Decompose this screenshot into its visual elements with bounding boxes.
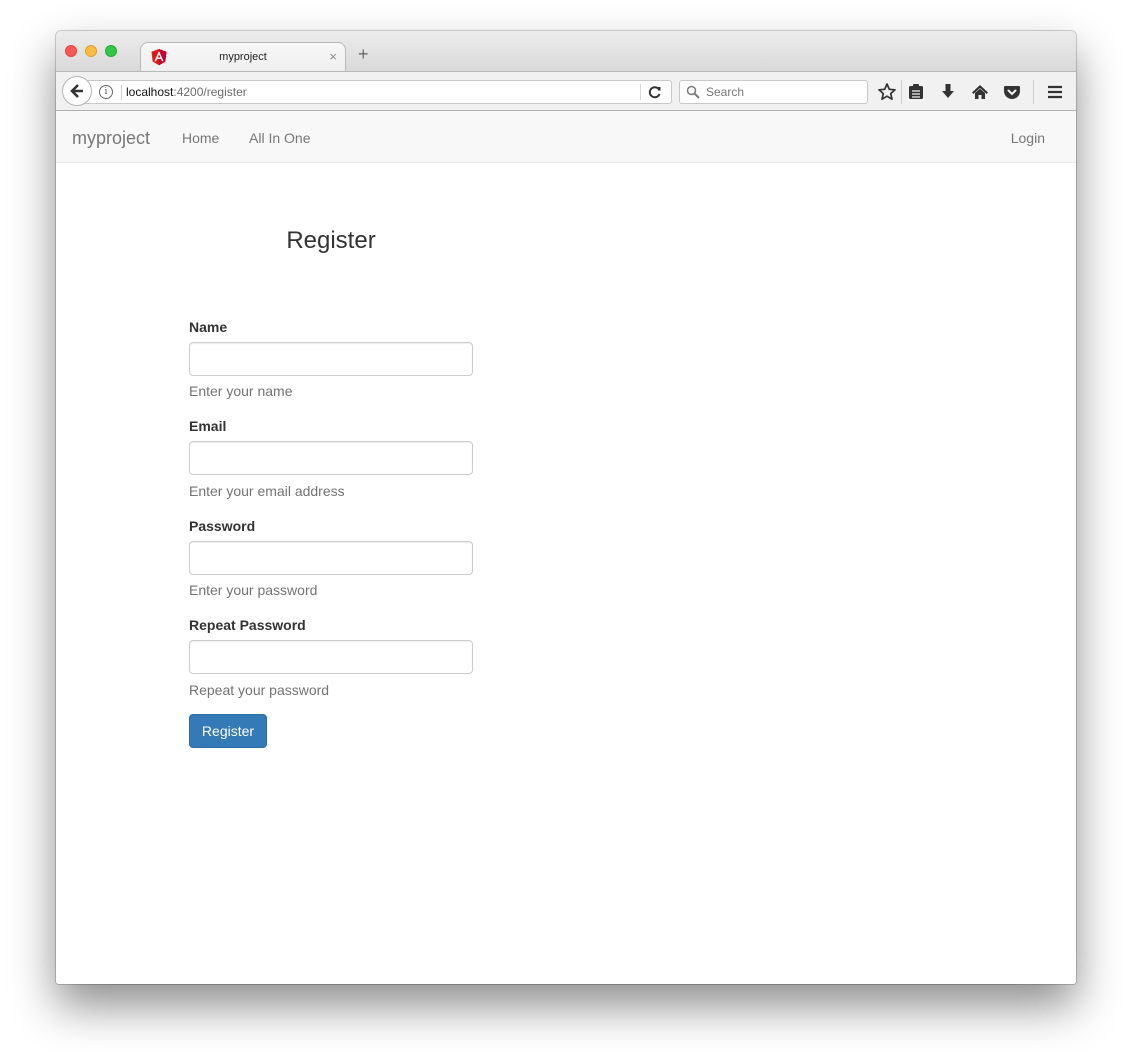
toolbar-divider (901, 80, 902, 104)
email-label: Email (189, 418, 227, 434)
navbar: myproject Home All In One Login (56, 111, 1076, 163)
email-field[interactable] (189, 441, 473, 475)
search-bar[interactable] (679, 80, 868, 104)
password-field[interactable] (189, 541, 473, 575)
page-title: Register (286, 227, 376, 254)
url-divider (121, 85, 122, 100)
back-button[interactable] (62, 76, 92, 106)
angular-icon (151, 49, 167, 66)
password-label: Password (189, 518, 256, 534)
name-help-text: Enter your name (189, 383, 293, 399)
name-field[interactable] (189, 342, 473, 376)
new-tab-button[interactable]: + (358, 45, 369, 63)
tab-title: myproject (219, 51, 267, 63)
close-window-button[interactable] (65, 45, 77, 57)
toolbar-divider (1033, 80, 1034, 104)
back-arrow-icon (70, 84, 83, 98)
repeat-password-field[interactable] (189, 640, 473, 674)
bookmark-star-icon[interactable] (877, 82, 897, 102)
password-help-text: Enter your password (189, 582, 318, 598)
nav-link-home[interactable]: Home (182, 130, 219, 146)
name-label: Name (189, 319, 228, 335)
navbar-brand[interactable]: myproject (72, 128, 150, 149)
pocket-icon[interactable] (1002, 82, 1022, 102)
url-text[interactable]: localhost:4200/register (126, 85, 247, 99)
reading-list-icon[interactable] (906, 82, 926, 102)
reload-divider (640, 84, 641, 100)
address-bar[interactable]: i localhost:4200/register (78, 80, 672, 104)
home-icon[interactable] (970, 82, 990, 102)
reload-icon[interactable] (647, 84, 663, 100)
minimize-window-button[interactable] (85, 45, 97, 57)
register-button[interactable]: Register (189, 714, 267, 748)
page-content: myproject Home All In One Login Register… (56, 111, 1076, 984)
url-host: localhost (126, 85, 174, 99)
tab-close-icon[interactable]: × (329, 49, 337, 64)
search-input[interactable] (706, 83, 861, 101)
browser-tab[interactable]: myproject × (140, 42, 346, 72)
site-info-icon[interactable]: i (99, 85, 113, 99)
zoom-window-button[interactable] (105, 45, 117, 57)
url-path: :4200/register (173, 85, 247, 99)
browser-toolbar: i localhost:4200/register (56, 71, 1076, 111)
email-help-text: Enter your email address (189, 483, 345, 499)
nav-link-login[interactable]: Login (1011, 130, 1045, 146)
repeat-password-help-text: Repeat your password (189, 682, 330, 698)
search-icon (686, 85, 700, 99)
nav-link-all-in-one[interactable]: All In One (249, 130, 310, 146)
menu-icon[interactable] (1045, 82, 1065, 102)
tab-strip: myproject × + (56, 31, 1076, 72)
downloads-icon[interactable] (938, 82, 958, 102)
browser-window: myproject × + i localhost:4200/register (56, 31, 1076, 984)
repeat-password-label: Repeat Password (189, 617, 306, 633)
